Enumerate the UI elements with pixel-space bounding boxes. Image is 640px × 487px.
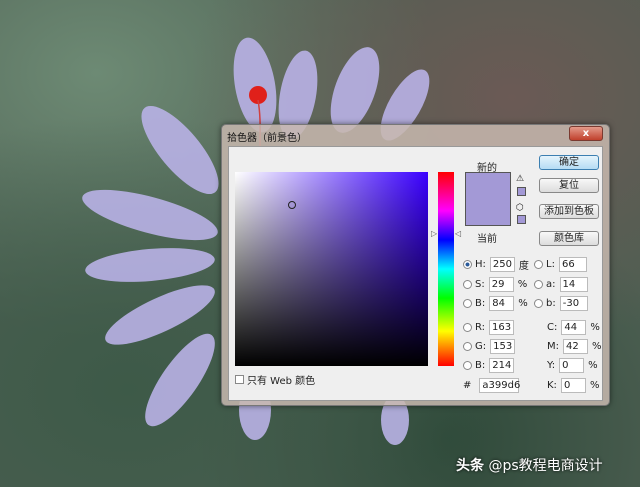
magenta-input[interactable]: 42 xyxy=(563,339,588,354)
black-row: K: 0% xyxy=(547,378,599,393)
blue-input[interactable]: 214 xyxy=(489,358,515,373)
web-safe-cube-icon[interactable]: ⬡ xyxy=(516,203,524,213)
blue-label: B: xyxy=(475,360,486,371)
color-field[interactable] xyxy=(235,172,428,366)
magenta-unit: % xyxy=(592,341,602,352)
hue-slider-right-arrow-icon[interactable]: ◁ xyxy=(455,229,461,238)
hex-row: # a399d6 xyxy=(463,378,523,393)
saturation-radio[interactable] xyxy=(463,280,472,289)
lab-b-input[interactable]: -30 xyxy=(559,296,588,311)
black-input[interactable]: 0 xyxy=(560,378,586,393)
yellow-input[interactable]: 0 xyxy=(559,358,585,373)
lab-l-radio[interactable] xyxy=(534,260,543,269)
watermark-platform: 头条 xyxy=(456,458,484,474)
web-only-label: 只有 Web 颜色 xyxy=(247,376,316,387)
lab-l-row: L: 66 xyxy=(534,257,591,272)
lab-a-row: a: 14 xyxy=(534,277,592,292)
new-color-swatch xyxy=(465,172,511,226)
web-only-checkbox[interactable] xyxy=(235,375,244,384)
lab-b-label: b: xyxy=(546,298,556,309)
color-libraries-button[interactable]: 颜色库 xyxy=(539,231,599,246)
black-unit: % xyxy=(589,380,600,391)
color-picker-cursor[interactable] xyxy=(288,201,296,209)
hex-label: # xyxy=(463,380,472,391)
lab-a-input[interactable]: 14 xyxy=(559,277,588,292)
green-row: G: 153 xyxy=(463,339,519,354)
lab-l-label: L: xyxy=(546,259,555,270)
hue-slider-left-arrow-icon[interactable]: ▷ xyxy=(431,229,437,238)
cyan-unit: % xyxy=(590,322,600,333)
red-radio[interactable] xyxy=(463,323,472,332)
hue-input[interactable]: 250 xyxy=(489,257,515,272)
saturation-row: S: 29% xyxy=(463,277,527,292)
gamut-swatch[interactable] xyxy=(517,187,526,196)
web-only-option[interactable]: 只有 Web 颜色 xyxy=(235,372,315,387)
blue-radio[interactable] xyxy=(463,361,472,370)
brightness-radio[interactable] xyxy=(463,299,472,308)
web-safe-swatch[interactable] xyxy=(517,215,526,224)
dialog-body: ▷ ◁ 新的 当前 ⚠ ⬡ 确定 复位 添加到色板 颜色库 H: 250 度 S: 2… xyxy=(228,146,603,401)
hue-row: H: 250 度 xyxy=(463,257,529,272)
cyan-row: C: 44% xyxy=(547,320,600,335)
color-picker-dialog: 拾色器（前景色） x ▷ ◁ 新的 当前 ⚠ ⬡ 确定 复位 添加到色板 颜色库… xyxy=(221,124,610,406)
saturation-label: S: xyxy=(475,279,485,290)
hue-unit: 度 xyxy=(518,261,529,272)
hue-label: H: xyxy=(475,259,486,270)
ok-button[interactable]: 确定 xyxy=(539,155,599,170)
yellow-row: Y: 0% xyxy=(547,358,598,373)
current-color-label: 当前 xyxy=(477,234,497,245)
yellow-label: Y: xyxy=(547,360,556,371)
brightness-unit: % xyxy=(518,298,528,309)
green-label: G: xyxy=(475,341,487,352)
dialog-title: 拾色器（前景色） xyxy=(227,133,307,144)
hue-radio[interactable] xyxy=(463,260,472,269)
red-row: R: 163 xyxy=(463,320,518,335)
green-input[interactable]: 153 xyxy=(490,339,516,354)
hue-slider[interactable] xyxy=(438,172,454,366)
green-radio[interactable] xyxy=(463,342,472,351)
brightness-row: B: 84% xyxy=(463,296,528,311)
close-button[interactable]: x xyxy=(569,126,603,141)
brightness-label: B: xyxy=(475,298,486,309)
magenta-label: M: xyxy=(547,341,559,352)
lab-a-radio[interactable] xyxy=(534,280,543,289)
watermark: 头条 @ps教程电商设计 xyxy=(456,455,603,475)
red-input[interactable]: 163 xyxy=(489,320,515,335)
cyan-input[interactable]: 44 xyxy=(561,320,587,335)
magenta-row: M: 42% xyxy=(547,339,602,354)
lab-l-input[interactable]: 66 xyxy=(558,257,587,272)
cyan-label: C: xyxy=(547,322,558,333)
gamut-warning-icon[interactable]: ⚠ xyxy=(516,174,524,184)
watermark-handle: @ps教程电商设计 xyxy=(488,458,603,474)
saturation-input[interactable]: 29 xyxy=(488,277,514,292)
red-label: R: xyxy=(475,322,486,333)
blue-row: B: 214 xyxy=(463,358,518,373)
lab-a-label: a: xyxy=(546,279,556,290)
reset-button[interactable]: 复位 xyxy=(539,178,599,193)
black-label: K: xyxy=(547,380,557,391)
add-to-swatches-button[interactable]: 添加到色板 xyxy=(539,204,599,219)
lab-b-row: b: -30 xyxy=(534,296,592,311)
yellow-unit: % xyxy=(588,360,598,371)
lab-b-radio[interactable] xyxy=(534,299,543,308)
hex-input[interactable]: a399d6 xyxy=(479,378,520,393)
brightness-input[interactable]: 84 xyxy=(489,296,515,311)
saturation-unit: % xyxy=(517,279,528,290)
